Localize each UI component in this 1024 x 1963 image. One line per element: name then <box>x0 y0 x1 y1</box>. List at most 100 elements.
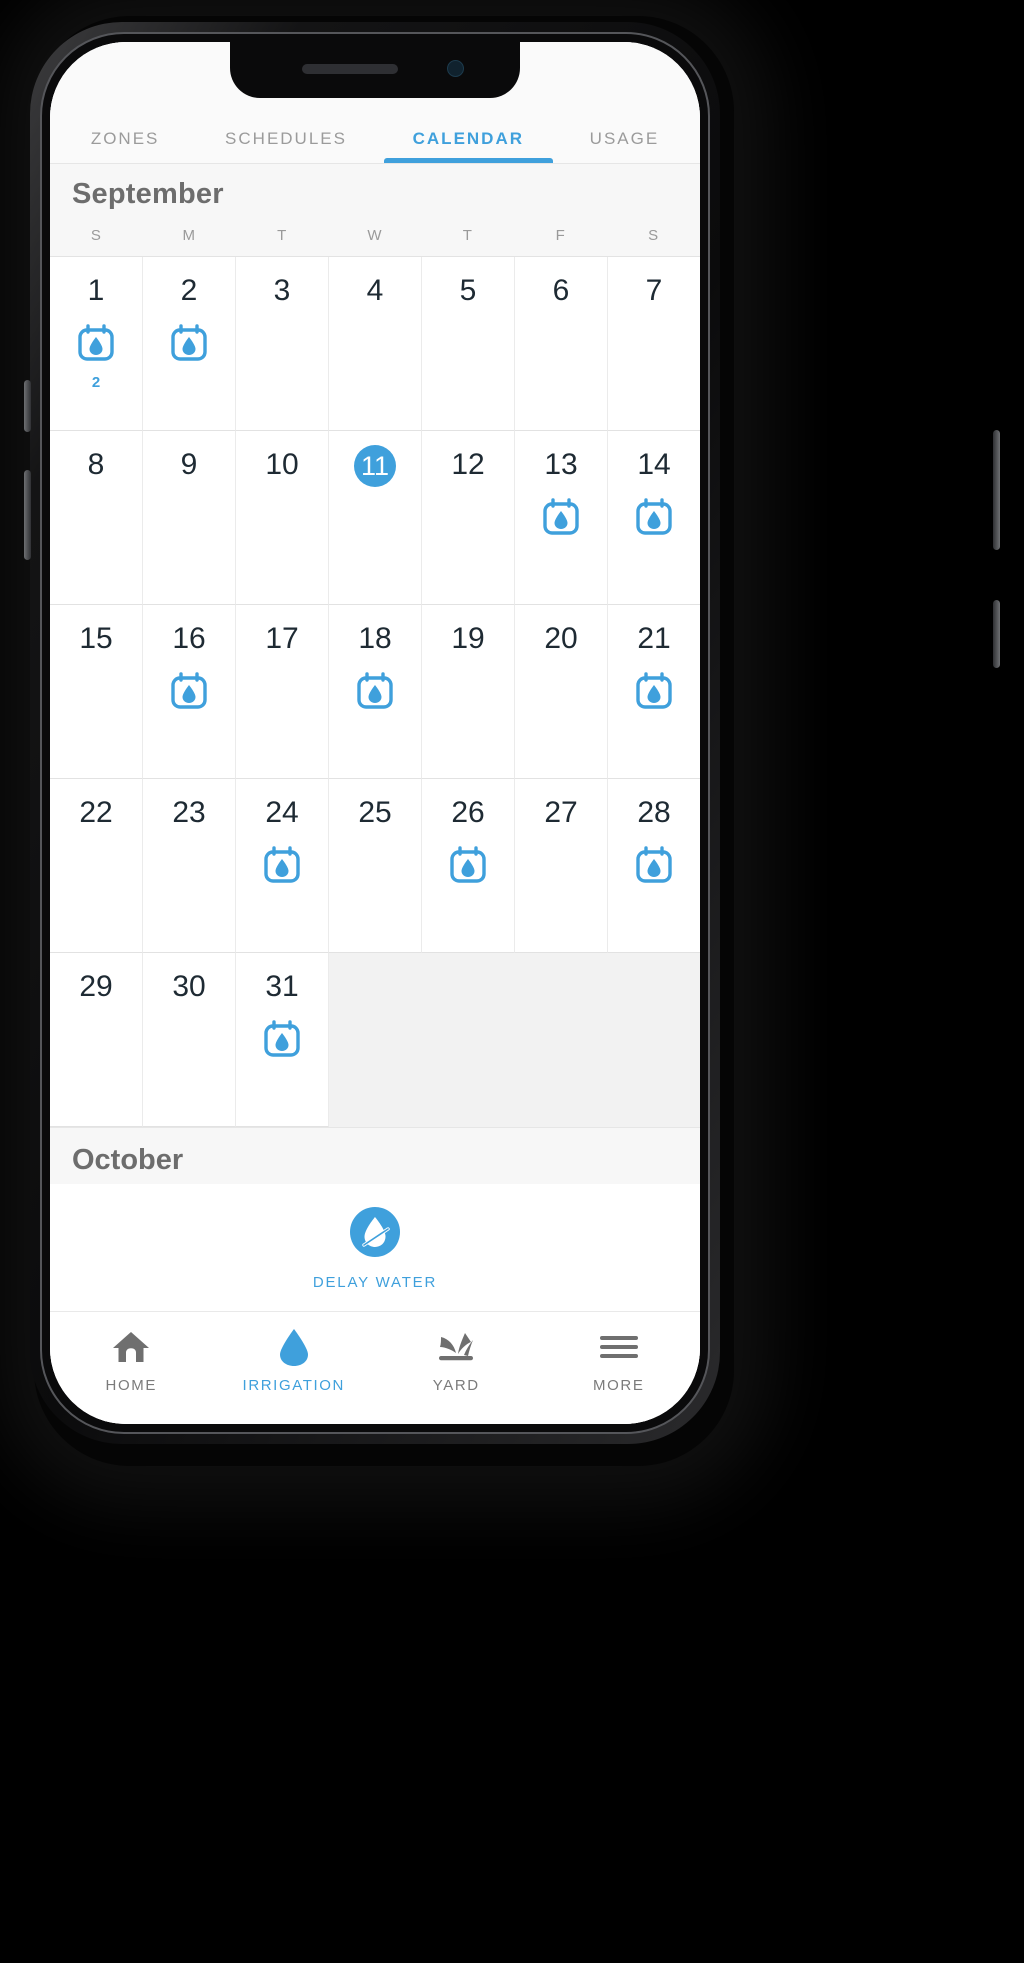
weekday-label-mon: M <box>182 227 197 244</box>
calendar-day-number-selected: 11 <box>354 445 396 487</box>
calendar-day-number: 24 <box>265 796 299 829</box>
calendar-day-number: 7 <box>645 274 663 307</box>
calendar-week-row: 29 30 31 <box>50 953 700 1127</box>
screenshot-stage: ZONES SCHEDULES CALENDAR USAGE September… <box>0 0 1024 1963</box>
calendar-day-number: 21 <box>637 622 671 655</box>
home-icon <box>111 1328 151 1366</box>
tab-calendar-label: CALENDAR <box>412 129 525 148</box>
nav-item-irrigation[interactable]: IRRIGATION <box>213 1328 376 1394</box>
next-month-header: October <box>50 1127 700 1184</box>
nav-item-home[interactable]: HOME <box>50 1328 213 1394</box>
hamburger-menu-icon <box>598 1328 640 1366</box>
phone-volume-up-button[interactable] <box>24 380 31 432</box>
nav-item-yard[interactable]: YARD <box>375 1328 538 1394</box>
calendar-day-cell[interactable]: 4 <box>329 257 422 431</box>
calendar-day-cell[interactable]: 16 <box>143 605 236 779</box>
calendar-day-cell[interactable]: 30 <box>143 953 236 1127</box>
phone-side-button[interactable] <box>993 600 1000 668</box>
grass-sprout-icon <box>435 1328 477 1366</box>
calendar-day-number: 16 <box>172 622 206 655</box>
calendar-day-number: 3 <box>273 274 291 307</box>
calendar-day-cell[interactable]: 17 <box>236 605 329 779</box>
calendar-day-cell[interactable]: 13 <box>515 431 608 605</box>
calendar-day-cell[interactable]: 22 <box>50 779 143 953</box>
calendar-day-cell[interactable]: 26 <box>422 779 515 953</box>
calendar-day-cell[interactable]: 8 <box>50 431 143 605</box>
weekday-label-thu: T <box>462 227 473 244</box>
delay-water-label: DELAY WATER <box>312 1274 438 1291</box>
calendar-week-row: 12234567 <box>50 257 700 431</box>
water-drop-icon <box>277 1328 311 1366</box>
calendar-day-cell[interactable]: 25 <box>329 779 422 953</box>
phone-volume-down-button[interactable] <box>24 470 31 560</box>
calendar-day-cell[interactable]: 24 <box>236 779 329 953</box>
tab-calendar[interactable]: CALENDAR <box>380 129 557 163</box>
tab-usage[interactable]: USAGE <box>557 129 692 163</box>
watering-event-icon <box>632 495 676 544</box>
watering-event-icon <box>260 1017 304 1066</box>
calendar-day-number: 5 <box>459 274 477 307</box>
nav-more-label: MORE <box>593 1377 645 1394</box>
delay-water-bar[interactable]: DELAY WATER <box>50 1184 700 1312</box>
calendar-weeks: 1 2 2 3 4 5 6 7 8 9 10 11 12 13 14 15 16 17 18 19 20 21 22 23 24… <box>50 257 700 1127</box>
calendar-day-number: 10 <box>265 448 299 481</box>
tab-schedules[interactable]: SCHEDULES <box>192 129 380 163</box>
watering-event-count: 2 <box>91 374 101 391</box>
calendar-day-number: 1 <box>87 274 105 307</box>
tab-zones[interactable]: ZONES <box>58 129 192 163</box>
calendar-day-cell[interactable]: 11 <box>329 431 422 605</box>
nav-item-more[interactable]: MORE <box>538 1328 701 1394</box>
calendar-day-number: 18 <box>358 622 392 655</box>
calendar-day-cell[interactable]: 31 <box>236 953 329 1127</box>
calendar-day-number: 25 <box>358 796 392 829</box>
calendar-day-cell[interactable]: 12 <box>50 257 143 431</box>
calendar-day-cell[interactable]: 19 <box>422 605 515 779</box>
calendar-day-cell[interactable]: 18 <box>329 605 422 779</box>
watering-event-icon <box>539 495 583 544</box>
calendar-day-cell[interactable]: 9 <box>143 431 236 605</box>
calendar-day-cell[interactable]: 15 <box>50 605 143 779</box>
calendar-day-cell[interactable]: 3 <box>236 257 329 431</box>
calendar-day-number: 13 <box>544 448 578 481</box>
watering-event-icon <box>167 321 211 370</box>
calendar-day-number: 30 <box>172 970 206 1003</box>
next-month-title: October <box>72 1144 184 1176</box>
calendar-day-number: 8 <box>87 448 105 481</box>
phone-power-button[interactable] <box>993 430 1000 550</box>
calendar-week-row: 22 23 24 25 26 27 28 <box>50 779 700 953</box>
calendar-day-number: 6 <box>552 274 570 307</box>
calendar-day-cell[interactable]: 2 <box>143 257 236 431</box>
calendar-day-cell[interactable]: 28 <box>608 779 700 953</box>
tab-zones-label: ZONES <box>90 129 160 148</box>
calendar-day-cell[interactable]: 23 <box>143 779 236 953</box>
calendar-day-cell[interactable]: 12 <box>422 431 515 605</box>
calendar-day-cell[interactable]: 27 <box>515 779 608 953</box>
calendar-day-number: 4 <box>366 274 384 307</box>
watering-event-icon <box>353 669 397 718</box>
watering-event-icon <box>446 843 490 892</box>
calendar-day-cell[interactable]: 6 <box>515 257 608 431</box>
watering-event-icon <box>167 669 211 718</box>
calendar-week-row: 8 9 10 11 12 13 14 <box>50 431 700 605</box>
bottom-nav-bar: HOME IRRIGATION YARD MORE <box>50 1312 700 1424</box>
calendar-day-cell[interactable]: 10 <box>236 431 329 605</box>
calendar-day-cell[interactable]: 29 <box>50 953 143 1127</box>
weekday-label-sat: S <box>648 227 660 244</box>
top-tab-bar: ZONES SCHEDULES CALENDAR USAGE <box>50 98 700 164</box>
calendar-day-cell[interactable]: 21 <box>608 605 700 779</box>
phone-notch <box>230 42 520 98</box>
weekday-label-wed: W <box>367 227 383 244</box>
calendar-day-cell-empty <box>608 953 700 1127</box>
weekday-header-row: S M T W T F S <box>50 217 700 257</box>
calendar-day-cell[interactable]: 7 <box>608 257 700 431</box>
calendar-day-cell[interactable]: 20 <box>515 605 608 779</box>
calendar-day-cell-empty <box>422 953 515 1127</box>
phone-screen: ZONES SCHEDULES CALENDAR USAGE September… <box>50 42 700 1424</box>
weekday-label-sun: S <box>90 227 102 244</box>
calendar-day-cell[interactable]: 14 <box>608 431 700 605</box>
month-header: September <box>50 164 700 217</box>
calendar-day-cell[interactable]: 5 <box>422 257 515 431</box>
calendar-day-number: 15 <box>79 622 113 655</box>
calendar-day-number: 23 <box>172 796 206 829</box>
calendar-grid: 1 2 2 3 4 5 6 7 8 9 10 11 12 13 14 15 16 17 18 19 20 21 22 23 24… <box>50 257 700 1184</box>
